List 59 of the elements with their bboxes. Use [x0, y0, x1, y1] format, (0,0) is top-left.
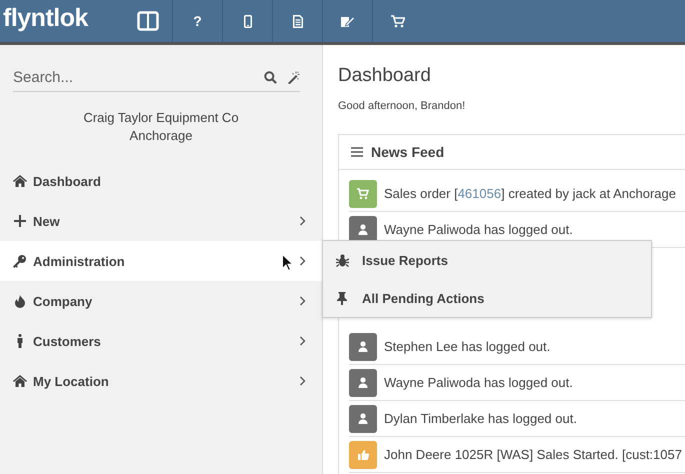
menu-label: Dashboard: [33, 174, 101, 188]
person-icon: [16, 334, 22, 348]
cart-icon: [391, 14, 405, 28]
chevron-icon: [299, 296, 306, 306]
menu-label: New: [33, 214, 60, 228]
submenu-item[interactable]: Issue Reports: [323, 241, 651, 279]
pushpin-icon: [337, 292, 347, 304]
house-icon: [12, 175, 26, 187]
feed-message: Wayne Paliwoda has logged out.: [384, 375, 573, 390]
menu-label: Administration: [33, 254, 125, 268]
menu-label: Customers: [33, 334, 101, 348]
menu-item[interactable]: Dashboard: [0, 161, 322, 201]
user-icon: [349, 404, 377, 432]
menu-item[interactable]: Customers: [0, 321, 322, 361]
submenu-item[interactable]: All Pending Actions: [323, 279, 651, 317]
plus-icon: [14, 215, 26, 227]
panel-title: News Feed: [371, 144, 444, 160]
thumbs-up-icon: [349, 440, 377, 468]
magic-wand-icon[interactable]: [287, 70, 300, 84]
user-icon: [349, 332, 377, 360]
order-link[interactable]: 461056: [458, 186, 502, 201]
document-icon: [292, 14, 302, 28]
cursor-icon: [282, 254, 293, 271]
help-icon: ?: [193, 13, 202, 29]
feed-message: Wayne Paliwoda has logged out.: [384, 222, 573, 237]
pen-on-paper-icon: [340, 14, 355, 28]
menu-item[interactable]: New: [0, 201, 322, 241]
company-name: Craig Taylor Equipment Co: [82, 109, 240, 127]
menu-item[interactable]: Company: [0, 281, 322, 321]
greeting: Good afternoon, Brandon!: [338, 100, 466, 112]
chevron-icon: [299, 376, 306, 386]
feed-message: Dylan Timberlake has logged out.: [384, 411, 577, 426]
menu-icon: [351, 147, 363, 157]
feed-message: John Deere 1025R [WAS] Sales Started. [cust:1057: [384, 447, 682, 462]
search-field[interactable]: Search...: [13, 68, 254, 86]
help-button[interactable]: ?: [173, 0, 223, 42]
logo[interactable]: flyntlok: [0, 0, 123, 42]
submenu-label: All Pending Actions: [362, 290, 484, 306]
menu-label: Company: [33, 294, 92, 308]
search-icon[interactable]: [264, 70, 277, 84]
menu-item[interactable]: My Location: [0, 361, 322, 401]
house-icon: [12, 375, 26, 387]
menu-label: My Location: [33, 374, 109, 388]
page-title: Dashboard: [338, 65, 432, 87]
columns-icon: [136, 11, 158, 31]
submenu-label: Issue Reports: [362, 252, 448, 268]
key-icon: [13, 254, 26, 268]
location-name: Anchorage: [128, 127, 194, 145]
chevron-icon: [299, 336, 306, 346]
chevron-icon: [299, 256, 306, 266]
flame-icon: [14, 294, 24, 308]
menu-item[interactable]: Administration: [0, 241, 322, 281]
chevron-icon: [299, 216, 306, 226]
mobile-phone-icon: [244, 14, 252, 28]
cart-icon: [349, 180, 377, 208]
feed-message: Stephen Lee has logged out.: [384, 339, 550, 354]
user-icon: [349, 368, 377, 396]
bug-icon: [336, 254, 348, 266]
feed-message: Sales order [461056] created by jack at Anchorage: [384, 186, 676, 201]
